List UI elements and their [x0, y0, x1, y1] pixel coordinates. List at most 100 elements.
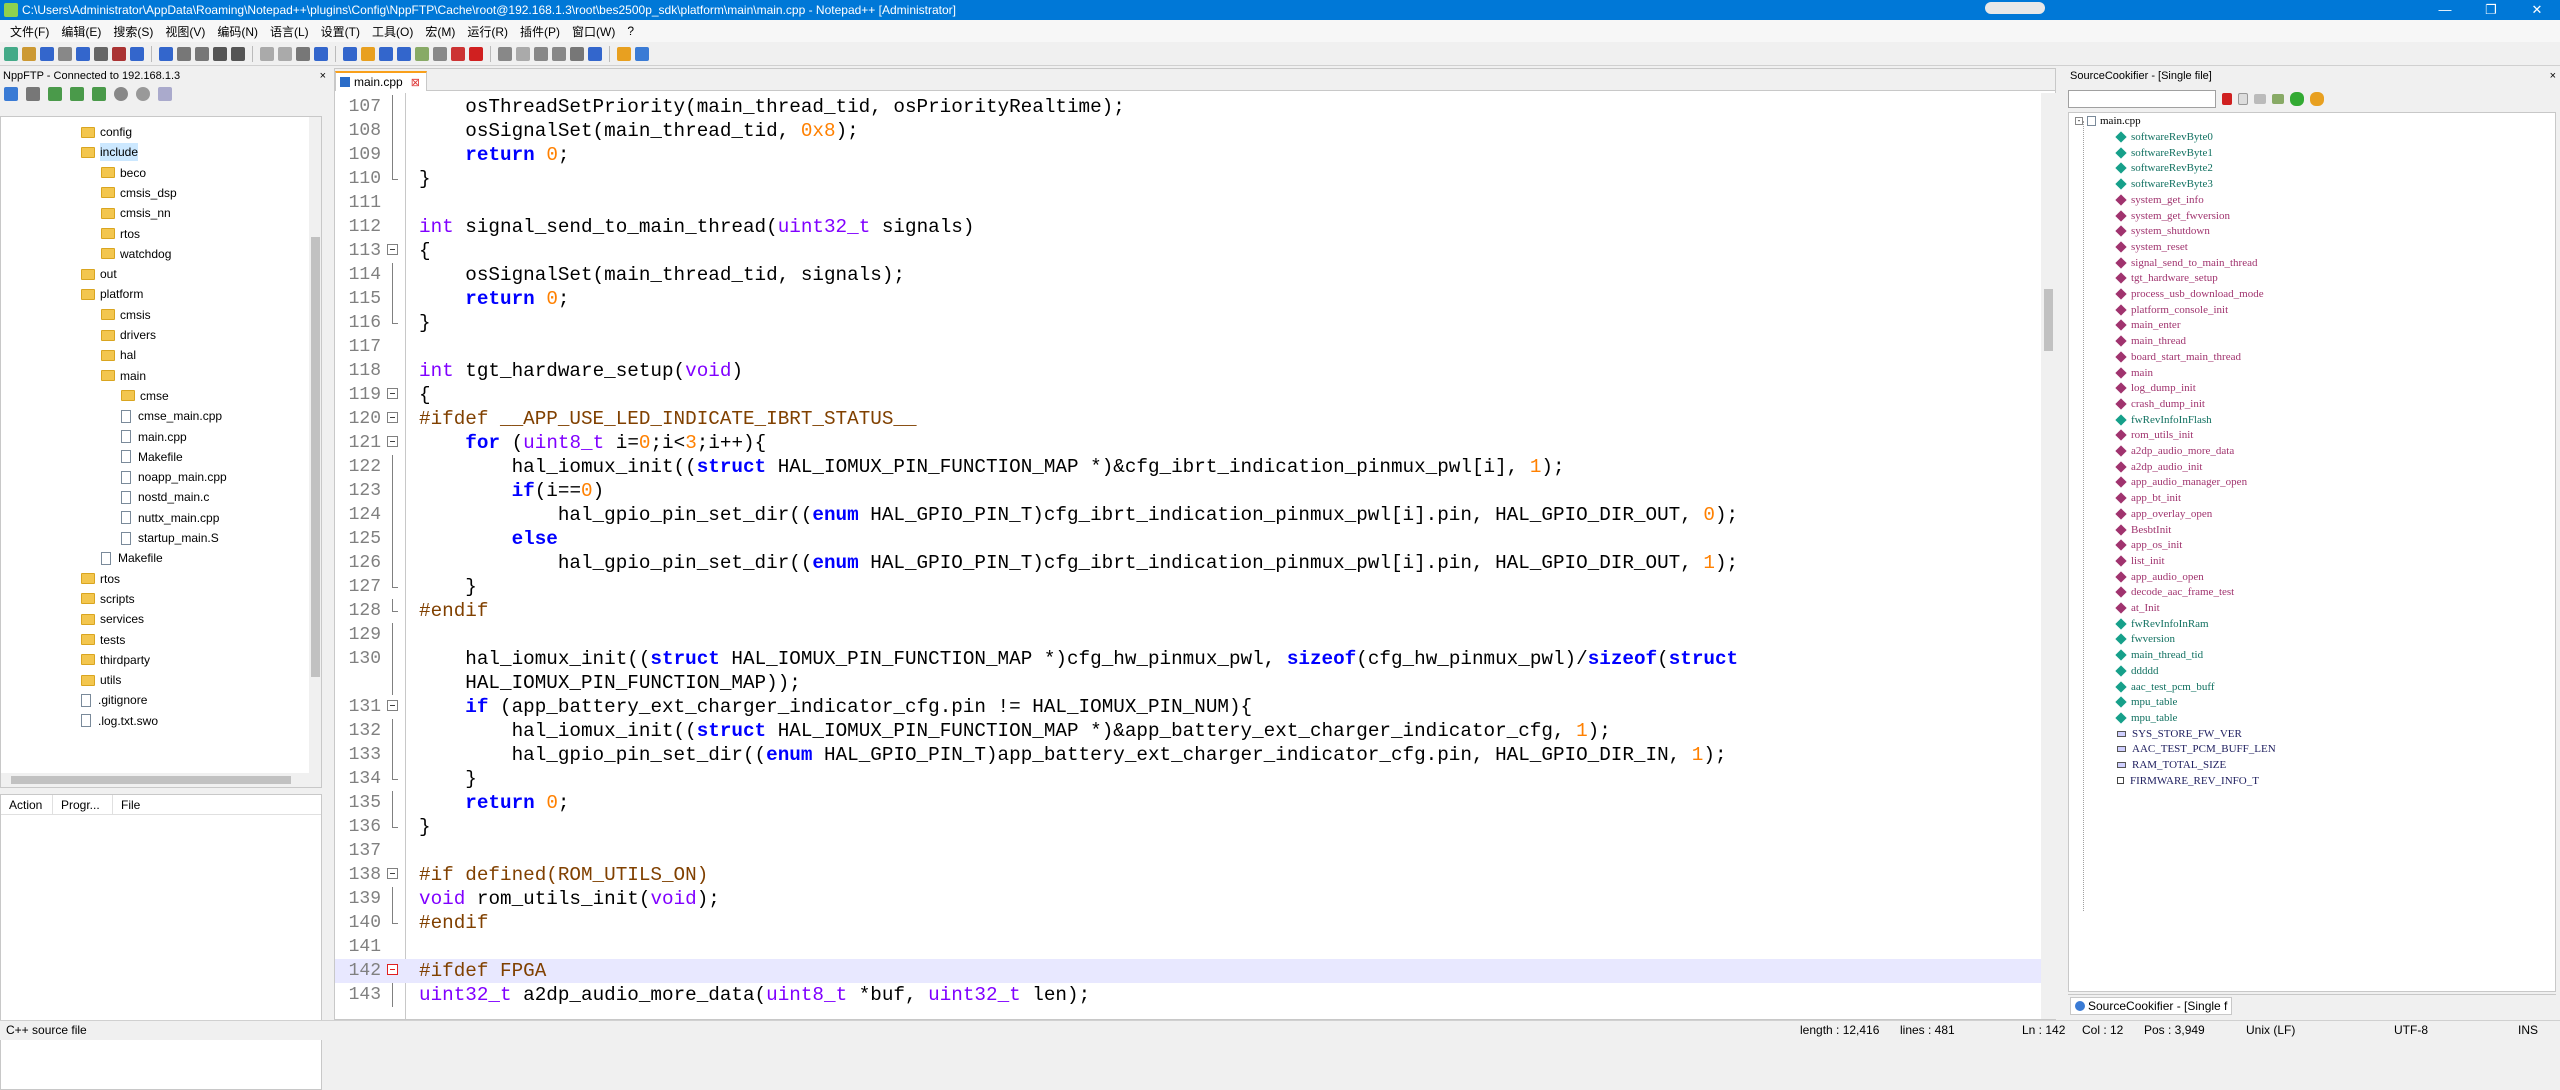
code-line[interactable]: 142 #ifdef FPGA: [335, 959, 2041, 983]
menu-item-3[interactable]: 视图(V): [159, 23, 211, 40]
connect-icon[interactable]: [4, 87, 18, 101]
symbol-item[interactable]: a2dp_audio_more_data: [2115, 443, 2234, 459]
toolbar-button-icon-29[interactable]: [570, 46, 584, 61]
symbol-root[interactable]: - main.cpp: [2075, 113, 2141, 129]
code-line[interactable]: 127 }: [335, 575, 2041, 599]
symbol-filter-input[interactable]: [2068, 90, 2216, 108]
ftp-tree-item[interactable]: utils: [81, 671, 121, 689]
symbol-item[interactable]: decode_aac_frame_test: [2115, 584, 2234, 600]
symbol-item[interactable]: rom_utils_init: [2115, 427, 2193, 443]
code-line[interactable]: 109 return 0;: [335, 143, 2041, 167]
code-line[interactable]: 111: [335, 191, 2041, 215]
toolbar-button-icon-1[interactable]: [22, 46, 36, 61]
ftp-tree-item[interactable]: Makefile: [101, 549, 163, 567]
ftp-tree-item[interactable]: config: [81, 123, 132, 141]
toolbar-button-icon-8[interactable]: [159, 46, 173, 61]
symbol-item[interactable]: a2dp_audio_init: [2115, 459, 2203, 475]
toolbar-button-icon-25[interactable]: [498, 46, 512, 61]
maximize-button[interactable]: ❐: [2468, 0, 2514, 20]
symbol-item[interactable]: app_os_init: [2115, 537, 2182, 553]
code-line[interactable]: 141: [335, 935, 2041, 959]
ftp-tree-item[interactable]: .gitignore: [81, 691, 147, 709]
menu-item-8[interactable]: 宏(M): [419, 23, 461, 40]
fold-marker[interactable]: [385, 407, 399, 431]
message-window-icon[interactable]: [158, 87, 172, 101]
symbol-item[interactable]: softwareRevByte1: [2115, 145, 2213, 161]
ftp-tree-hscrollbar[interactable]: [1, 773, 309, 787]
queue-header-progress[interactable]: Progr...: [53, 795, 113, 814]
ftp-tree-item[interactable]: services: [81, 610, 144, 628]
tab-main-cpp[interactable]: main.cpp ⊠: [335, 71, 427, 91]
tab-close-icon[interactable]: ⊠: [411, 76, 420, 89]
tree-view-icon[interactable]: [2272, 94, 2284, 104]
code-line[interactable]: 129: [335, 623, 2041, 647]
fold-marker[interactable]: [385, 239, 399, 263]
code-line[interactable]: 120 #ifdef __APP_USE_LED_INDICATE_IBRT_ST…: [335, 407, 2041, 431]
toolbar-button-icon-26[interactable]: [516, 46, 530, 61]
code-line[interactable]: 122 hal_iomux_init((struct HAL_IOMUX_PIN…: [335, 455, 2041, 479]
code-line[interactable]: 132 hal_iomux_init((struct HAL_IOMUX_PIN…: [335, 719, 2041, 743]
menu-item-2[interactable]: 搜索(S): [107, 23, 159, 40]
ftp-tree-item[interactable]: noapp_main.cpp: [121, 468, 227, 486]
symbol-item[interactable]: list_init: [2115, 553, 2165, 569]
toolbar-button-icon-16[interactable]: [314, 46, 328, 61]
ftp-tree-item[interactable]: main.cpp: [121, 428, 187, 446]
status-mode[interactable]: INS: [2518, 1021, 2538, 1040]
toolbar-button-icon-31[interactable]: [617, 46, 631, 61]
ftp-tree-item[interactable]: watchdog: [101, 245, 171, 263]
fold-marker[interactable]: [385, 431, 399, 455]
list-view-icon[interactable]: [2254, 94, 2266, 104]
symbol-item[interactable]: main_thread: [2115, 333, 2186, 349]
code-line[interactable]: 134 }: [335, 767, 2041, 791]
symbol-item[interactable]: fwRevInfoInFlash: [2115, 412, 2212, 428]
symbol-item[interactable]: app_bt_init: [2115, 490, 2181, 506]
toolbar-button-icon-17[interactable]: [343, 46, 357, 61]
code-line[interactable]: 121 for (uint8_t i=0;i<3;i++){: [335, 431, 2041, 455]
symbol-item[interactable]: main_thread_tid: [2115, 647, 2203, 663]
toolbar-button-icon-14[interactable]: [278, 46, 292, 61]
toolbar-button-icon-24[interactable]: [469, 46, 483, 61]
toolbar-button-icon-20[interactable]: [397, 46, 411, 61]
ftp-tree-scrollbar[interactable]: [309, 117, 321, 787]
code-line[interactable]: 115 return 0;: [335, 287, 2041, 311]
ftp-tree-item[interactable]: include: [81, 143, 139, 162]
symbol-item[interactable]: board_start_main_thread: [2115, 349, 2241, 365]
ftp-tree-item[interactable]: out: [81, 265, 117, 283]
toolbar-button-icon-19[interactable]: [379, 46, 393, 61]
code-line[interactable]: 139 void rom_utils_init(void);: [335, 887, 2041, 911]
refresh-icon[interactable]: [92, 87, 106, 101]
code-line[interactable]: 119 {: [335, 383, 2041, 407]
symbol-item[interactable]: system_reset: [2115, 239, 2188, 255]
toolbar-button-icon-4[interactable]: [76, 46, 90, 61]
toolbar-button-icon-27[interactable]: [534, 46, 548, 61]
ftp-tree-item[interactable]: Makefile: [121, 448, 183, 466]
code-line[interactable]: 138 #if defined(ROM_UTILS_ON): [335, 863, 2041, 887]
code-line[interactable]: 118 int tgt_hardware_setup(void): [335, 359, 2041, 383]
symbol-item[interactable]: signal_send_to_main_thread: [2115, 255, 2257, 271]
toolbar-button-icon-3[interactable]: [58, 46, 72, 61]
code-line[interactable]: 125 else: [335, 527, 2041, 551]
gear-icon[interactable]: [136, 87, 150, 101]
symbol-item[interactable]: crash_dump_init: [2115, 396, 2205, 412]
symbol-item[interactable]: tgt_hardware_setup: [2115, 270, 2218, 286]
menu-item-11[interactable]: 窗口(W): [566, 23, 621, 40]
ftp-tree-item[interactable]: .log.txt.swo: [81, 712, 158, 730]
code-line[interactable]: 137: [335, 839, 2041, 863]
code-line[interactable]: 128 #endif: [335, 599, 2041, 623]
symbol-item[interactable]: softwareRevByte2: [2115, 160, 2213, 176]
symbol-item[interactable]: fwversion: [2115, 631, 2175, 647]
symbol-item[interactable]: aac_test_pcm_buff: [2115, 679, 2215, 695]
code-line[interactable]: 135 return 0;: [335, 791, 2041, 815]
code-area[interactable]: 107 osThreadSetPriority(main_thread_tid,…: [335, 93, 2041, 1019]
toolbar-button-icon-7[interactable]: [130, 46, 144, 61]
ftp-tree-item[interactable]: beco: [101, 164, 146, 182]
symbol-item[interactable]: mpu_table: [2115, 710, 2177, 726]
toolbar-button-icon-18[interactable]: [361, 46, 375, 61]
ftp-tree-item[interactable]: platform: [81, 285, 143, 303]
toolbar-button-icon-30[interactable]: [588, 46, 602, 61]
close-button[interactable]: ✕: [2514, 0, 2560, 20]
settings-icon[interactable]: [26, 87, 40, 101]
ftp-tree-item[interactable]: rtos: [81, 570, 120, 588]
symbol-item[interactable]: main_enter: [2115, 317, 2180, 333]
symbol-item[interactable]: softwareRevByte3: [2115, 176, 2213, 192]
